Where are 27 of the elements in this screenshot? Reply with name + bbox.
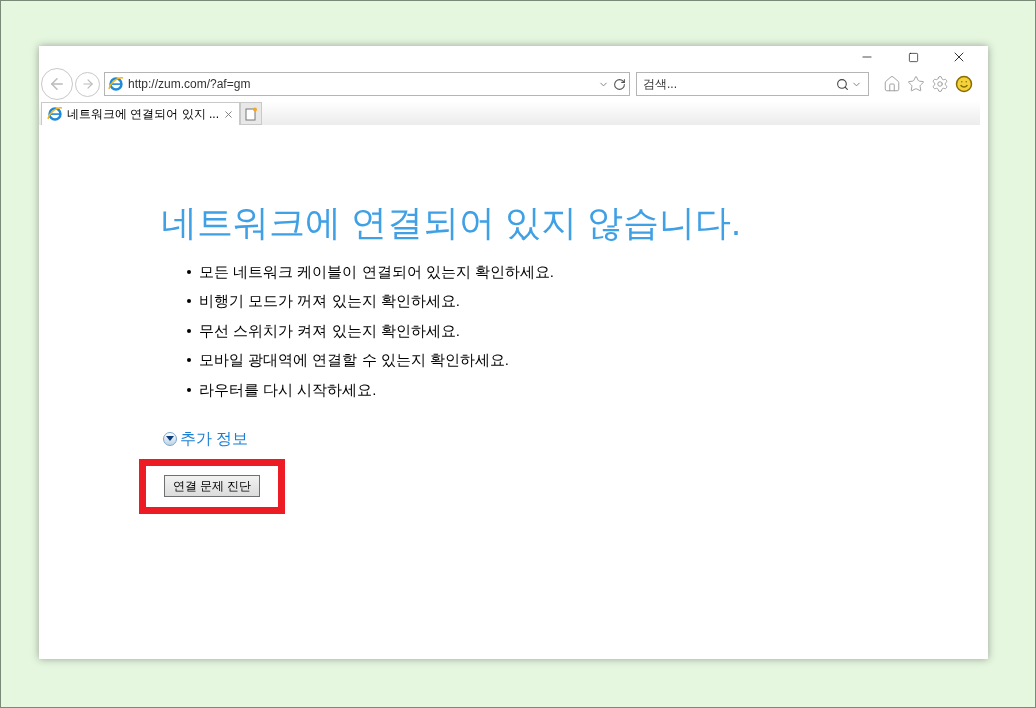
tip-text: 라우터를 다시 시작하세요. xyxy=(199,379,377,400)
tip-text: 비행기 모드가 꺼져 있는지 확인하세요. xyxy=(199,291,460,311)
address-bar[interactable]: http://zum.com/?af=gm xyxy=(104,72,630,96)
error-heading: 네트워크에 연결되어 있지 않습니다. xyxy=(161,201,742,245)
search-input[interactable]: 검색... xyxy=(643,75,836,93)
more-info-link[interactable]: 추가 정보 xyxy=(163,426,249,451)
browser-tab[interactable]: 네트워크에 연결되어 있지 ... xyxy=(41,102,240,125)
search-icon[interactable] xyxy=(836,77,849,91)
tab-title: 네트워크에 연결되어 있지 ... xyxy=(67,106,219,123)
close-tab-icon[interactable] xyxy=(223,108,234,120)
settings-icon[interactable] xyxy=(931,75,949,93)
maximize-icon xyxy=(907,51,919,63)
search-field[interactable]: 검색... xyxy=(636,72,869,96)
tip-text: 무선 스위치가 켜져 있는지 확인하세요. xyxy=(199,320,460,341)
tip-text: 모바일 광대역에 연결할 수 있는지 확인하세요. xyxy=(199,350,509,370)
tip-text: 모든 네트워크 케이블이 연결되어 있는지 확인하세요. xyxy=(199,261,554,282)
star-icon[interactable] xyxy=(907,75,925,93)
smiley-icon[interactable] xyxy=(955,75,973,93)
diagnose-button[interactable]: 연결 문제 진단 xyxy=(163,475,261,497)
refresh-icon[interactable] xyxy=(613,77,626,91)
browser-logo-icon xyxy=(47,106,63,122)
new-page-icon xyxy=(245,106,257,121)
forward-arrow-icon xyxy=(80,77,95,91)
home-icon[interactable] xyxy=(883,75,901,93)
new-tab-button[interactable] xyxy=(240,102,262,125)
browser-logo-icon xyxy=(108,76,124,92)
url-text: http://zum.com/?af=gm xyxy=(128,76,252,93)
